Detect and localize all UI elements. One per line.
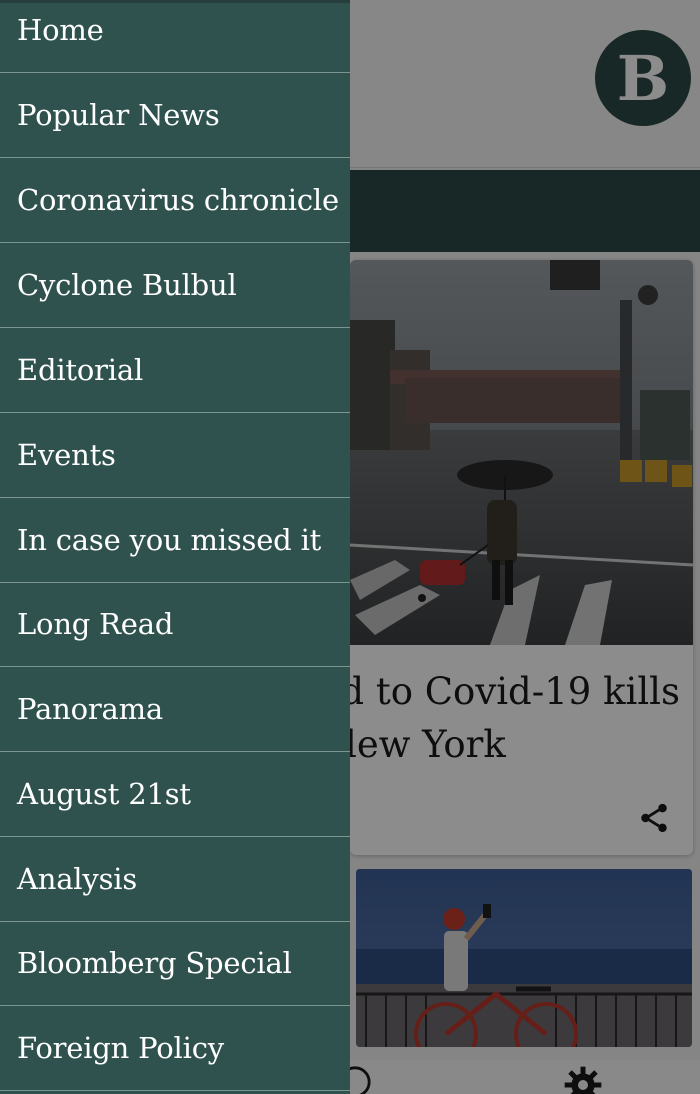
drawer-item-label: Long Read — [17, 606, 174, 641]
drawer-item-long-read[interactable]: Long Read — [0, 582, 350, 667]
drawer-item-label: Cyclone Bulbul — [17, 267, 237, 302]
drawer-item-label: Foreign Policy — [17, 1030, 224, 1065]
drawer-item-coronavirus-chronicle[interactable]: Coronavirus chronicle — [0, 158, 350, 243]
drawer-item-bloomberg-special[interactable]: Bloomberg Special — [0, 921, 350, 1006]
drawer-item-cyclone-bulbul[interactable]: Cyclone Bulbul — [0, 243, 350, 328]
drawer-item-label: Analysis — [17, 861, 138, 896]
drawer-item-label: Coronavirus chronicle — [17, 182, 339, 217]
drawer-item-in-case-you-missed-it[interactable]: In case you missed it — [0, 498, 350, 583]
drawer-item-august-21st[interactable]: August 21st — [0, 752, 350, 837]
drawer-item-label: Bloomberg Special — [17, 945, 292, 980]
drawer-item-label: Home — [17, 12, 104, 47]
drawer-item-panorama[interactable]: Panorama — [0, 667, 350, 752]
drawer-item-label: Editorial — [17, 352, 144, 387]
drawer-item-editorial[interactable]: Editorial — [0, 328, 350, 413]
drawer-item-label: Panorama — [17, 691, 163, 726]
drawer-item-label: August 21st — [17, 776, 191, 811]
drawer-item-label: In case you missed it — [17, 522, 322, 557]
drawer-item-analysis[interactable]: Analysis — [0, 837, 350, 922]
drawer-item-popular-news[interactable]: Popular News — [0, 73, 350, 158]
drawer-item-label: Events — [17, 437, 116, 472]
drawer-item-home[interactable]: Home — [0, 0, 350, 73]
drawer-item-label: Popular News — [17, 97, 220, 132]
navigation-drawer: Home Popular News Coronavirus chronicle … — [0, 0, 350, 1094]
drawer-item-events[interactable]: Events — [0, 413, 350, 498]
drawer-item-foreign-policy[interactable]: Foreign Policy — [0, 1006, 350, 1091]
